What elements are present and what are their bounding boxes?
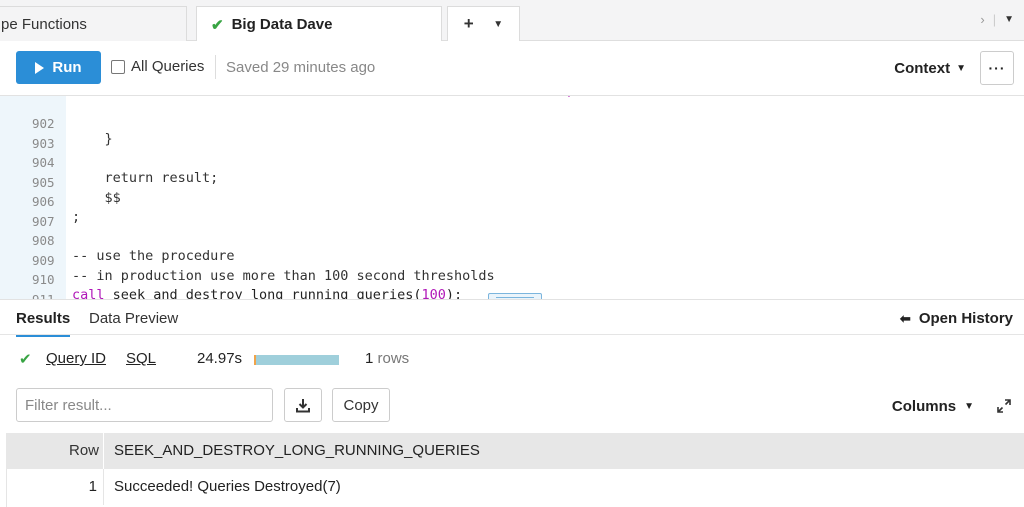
caret-down-icon[interactable]: ▼ xyxy=(1004,14,1014,27)
saved-status: Saved 29 minutes ago xyxy=(226,59,376,76)
all-queries-toggle[interactable]: All Queries xyxy=(111,58,204,75)
expand-icon[interactable] xyxy=(997,399,1011,413)
sql-link[interactable]: SQL xyxy=(126,350,156,367)
filter-result-input[interactable] xyxy=(16,388,273,422)
caret-down-icon: ▼ xyxy=(964,401,974,412)
sql-editor[interactable]: ) 902 } 903 904 return result; 905 $$ 90… xyxy=(0,96,1024,299)
play-icon xyxy=(35,61,45,74)
run-button[interactable]: Run xyxy=(16,51,101,84)
row-number: 1 xyxy=(88,478,97,495)
duration-bar-fill xyxy=(254,355,339,365)
code-line[interactable]: 910 call seek_and_destroy_long_running_q… xyxy=(0,254,1024,299)
divider xyxy=(215,55,216,79)
table-cell[interactable]: Succeeded! Queries Destroyed(7) xyxy=(103,469,1024,505)
query-duration: 24.97s xyxy=(197,350,243,367)
open-history-button[interactable]: ⬅ Open History xyxy=(900,310,1013,327)
row-count: 1 rows xyxy=(365,350,409,367)
check-icon: ✔ xyxy=(211,16,224,34)
results-tabs: Results Data Preview ⬅ Open History xyxy=(0,300,1024,337)
query-summary: ✔ Query ID SQL 24.97s 1 rows xyxy=(0,350,1024,370)
table-row[interactable]: 1 Succeeded! Queries Destroyed(7) xyxy=(6,469,1024,505)
code-line[interactable]: 903 xyxy=(0,118,1024,151)
results-panel: Results Data Preview ⬅ Open History ✔ Qu… xyxy=(0,299,1024,507)
row-count-value: 1 xyxy=(365,350,374,367)
code-line[interactable]: 904 return result; xyxy=(0,137,1024,186)
code-line[interactable]: 902 } xyxy=(0,98,1024,147)
code-line[interactable]: 907 xyxy=(0,196,1024,229)
more-icon: ··· xyxy=(988,60,1006,76)
row-count-unit: rows xyxy=(377,350,410,367)
tab-results[interactable]: Results xyxy=(16,310,71,337)
code-line[interactable]: 909 -- in production use more than 100 s… xyxy=(0,235,1024,284)
tab-data-preview[interactable]: Data Preview xyxy=(89,310,178,327)
context-dropdown[interactable]: Context ▼ xyxy=(894,60,966,77)
code-line[interactable]: 906 ; xyxy=(0,176,1024,225)
divider: | xyxy=(992,12,997,27)
arrow-left-icon: ⬅ xyxy=(899,310,911,326)
run-label: Run xyxy=(52,59,82,76)
new-tab-button[interactable]: + ▼ xyxy=(447,6,520,41)
row-column-header: Row xyxy=(68,442,99,459)
duration-bar-marker xyxy=(254,355,256,365)
download-icon xyxy=(296,398,310,412)
code-line[interactable]: 908 -- use the procedure xyxy=(0,215,1024,264)
caret-down-icon: ▼ xyxy=(956,63,966,74)
columns-label: Columns xyxy=(891,398,957,415)
plus-icon[interactable]: + xyxy=(464,14,474,34)
copy-button[interactable]: Copy xyxy=(332,388,390,422)
check-icon: ✔ xyxy=(19,351,32,368)
caret-down-icon[interactable]: ▼ xyxy=(493,19,503,30)
all-queries-label: All Queries xyxy=(131,58,205,75)
download-button[interactable] xyxy=(284,388,322,422)
tab-functions[interactable]: pe Functions xyxy=(0,6,187,41)
columns-dropdown[interactable]: Columns ▼ xyxy=(892,398,974,415)
tab-big-data-dave[interactable]: ✔ Big Data Dave xyxy=(196,6,442,42)
duration-bar xyxy=(254,355,339,365)
more-options-button[interactable]: ··· xyxy=(980,51,1014,85)
query-id-link[interactable]: Query ID xyxy=(46,350,106,367)
open-history-label: Open History xyxy=(918,310,1013,327)
code-line[interactable]: 905 $$ xyxy=(0,157,1024,206)
worksheet-tab-bar: pe Functions ✔ Big Data Dave + ▼ › | ▼ xyxy=(0,0,1024,42)
results-grid-header: Row SEEK_AND_DESTROY_LONG_RUNNING_QUERIE… xyxy=(6,433,1024,469)
all-queries-checkbox[interactable] xyxy=(111,59,125,74)
chevron-right-icon[interactable]: › xyxy=(980,12,984,27)
line-number: 911 xyxy=(32,291,55,300)
tab-label: pe Functions xyxy=(1,15,87,33)
code-line[interactable]: 911 xyxy=(0,274,1024,300)
tab-label: Big Data Dave xyxy=(231,16,333,33)
tab-overflow-controls: › | ▼ xyxy=(980,12,1014,27)
worksheet-toolbar: Run All Queries Saved 29 minutes ago Con… xyxy=(0,41,1024,96)
column-header[interactable]: SEEK_AND_DESTROY_LONG_RUNNING_QUERIES xyxy=(103,433,1024,469)
context-label: Context xyxy=(894,60,951,77)
